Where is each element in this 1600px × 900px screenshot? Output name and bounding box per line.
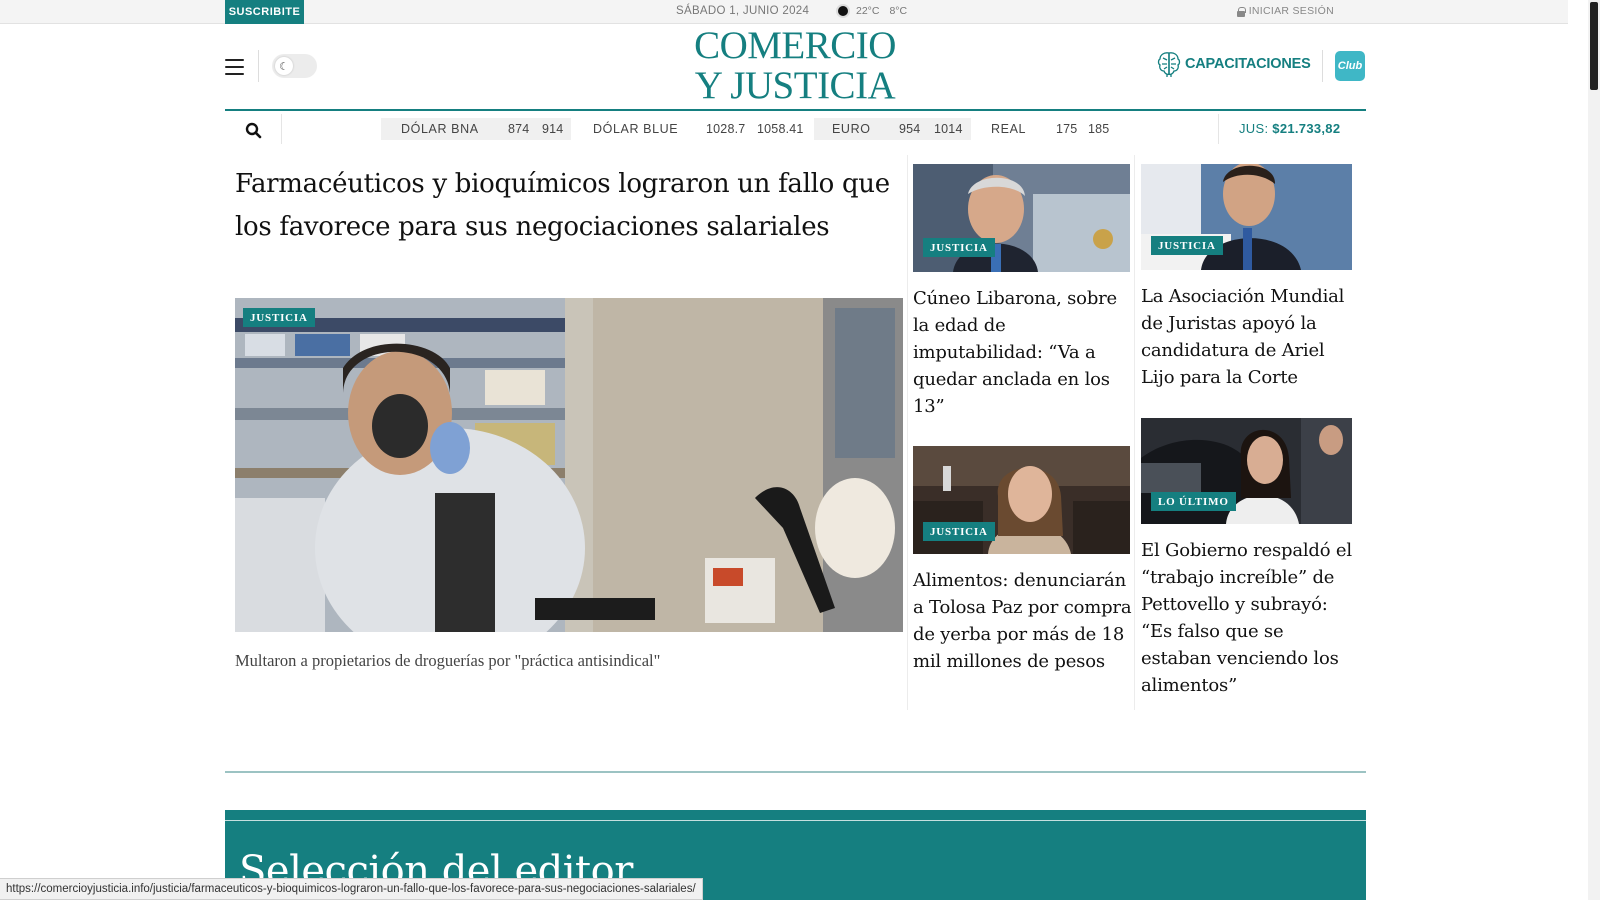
currency-buy: 1028.7 <box>706 122 746 136</box>
subscribe-button[interactable]: SUSCRIBITE <box>225 0 304 24</box>
current-date: SÁBADO 1, JUNIO 2024 <box>676 5 810 17</box>
card-image[interactable]: JUSTICIA <box>913 446 1130 554</box>
column-divider <box>1134 155 1135 710</box>
pharmacist-photo <box>235 298 903 632</box>
capacitaciones-label: CAPACITACIONES <box>1185 56 1311 72</box>
divider <box>1218 114 1219 144</box>
moon-icon: ☾ <box>275 57 293 75</box>
currency-dolar-blue: DÓLAR BLUE 1028.7 1058.41 <box>571 118 814 140</box>
jus-value: JUS: $21.733,82 <box>1239 121 1340 136</box>
currency-buy: 954 <box>899 122 921 136</box>
card-headline[interactable]: Cúneo Libarona, sobre la edad de imputab… <box>913 285 1133 420</box>
card-headline[interactable]: El Gobierno respaldó el “trabajo increíb… <box>1141 537 1356 699</box>
currency-name: DÓLAR BNA <box>401 122 479 136</box>
currency-euro: EURO 954 1014 <box>814 118 971 140</box>
main-headline[interactable]: Farmacéuticos y bioquímicos lograron un … <box>235 163 895 249</box>
club-button[interactable]: Club <box>1335 51 1365 81</box>
capacitaciones-link[interactable]: CAPACITACIONES <box>1156 50 1311 78</box>
scrollbar[interactable] <box>1588 0 1600 900</box>
currency-sell: 1014 <box>934 122 963 136</box>
weather-widget: 22°C 8°C <box>836 4 907 18</box>
link-status-bar: https://comercioyjusticia.info/justicia/… <box>0 878 703 900</box>
category-badge[interactable]: JUSTICIA <box>243 308 315 327</box>
site-logo[interactable]: COMERCIO Y JUSTICIA <box>690 26 900 105</box>
category-badge[interactable]: JUSTICIA <box>923 238 995 257</box>
header-rule <box>225 109 1366 111</box>
divider <box>1322 50 1323 82</box>
category-badge[interactable]: JUSTICIA <box>1151 236 1223 255</box>
menu-button[interactable] <box>225 59 244 75</box>
category-badge[interactable]: JUSTICIA <box>923 522 995 541</box>
card-image[interactable]: LO ÚLTIMO <box>1141 418 1352 524</box>
card-headline[interactable]: Alimentos: denunciarán a Tolosa Paz por … <box>913 567 1133 675</box>
card-headline[interactable]: La Asociación Mundial de Juristas apoyó … <box>1141 283 1356 391</box>
card-image[interactable]: JUSTICIA <box>913 164 1130 272</box>
currency-sell: 185 <box>1088 122 1110 136</box>
currency-buy: 874 <box>508 122 530 136</box>
weather-icon <box>836 4 850 18</box>
divider <box>258 50 259 82</box>
temp-min: 8°C <box>889 5 908 17</box>
currency-sell: 914 <box>542 122 564 136</box>
login-link[interactable]: INICIAR SESIÓN <box>1236 5 1334 17</box>
login-label: INICIAR SESIÓN <box>1248 5 1334 17</box>
jus-label: JUS: <box>1239 121 1269 136</box>
main-story-caption[interactable]: Multaron a propietarios de droguerías po… <box>235 651 660 671</box>
column-divider <box>907 155 908 710</box>
currency-sell: 1058.41 <box>757 122 804 136</box>
logo-line-1: COMERCIO <box>694 24 896 67</box>
search-icon <box>245 122 261 138</box>
jus-amount: $21.733,82 <box>1272 121 1341 136</box>
logo-line-2: Y JUSTICIA <box>694 64 896 107</box>
currency-name: DÓLAR BLUE <box>593 122 679 136</box>
section-separator <box>225 771 1366 773</box>
dark-mode-toggle[interactable]: ☾ <box>272 54 317 78</box>
currency-real: REAL 175 185 <box>971 118 1116 140</box>
lock-icon <box>1236 6 1246 17</box>
brain-icon <box>1157 52 1181 77</box>
currency-buy: 175 <box>1056 122 1078 136</box>
category-badge[interactable]: LO ÚLTIMO <box>1151 492 1236 511</box>
scrollbar-thumb[interactable] <box>1590 2 1598 90</box>
divider <box>281 114 282 144</box>
currency-dolar-bna: DÓLAR BNA 874 914 <box>381 118 571 140</box>
search-button[interactable] <box>238 119 268 141</box>
currency-name: EURO <box>832 122 871 136</box>
main-story-image[interactable]: JUSTICIA <box>235 298 903 632</box>
temp-max: 22°C <box>856 5 880 17</box>
currency-name: REAL <box>991 122 1027 136</box>
top-bar: SUSCRIBITE SÁBADO 1, JUNIO 2024 22°C 8°C… <box>0 0 1568 24</box>
card-image[interactable]: JUSTICIA <box>1141 164 1352 270</box>
